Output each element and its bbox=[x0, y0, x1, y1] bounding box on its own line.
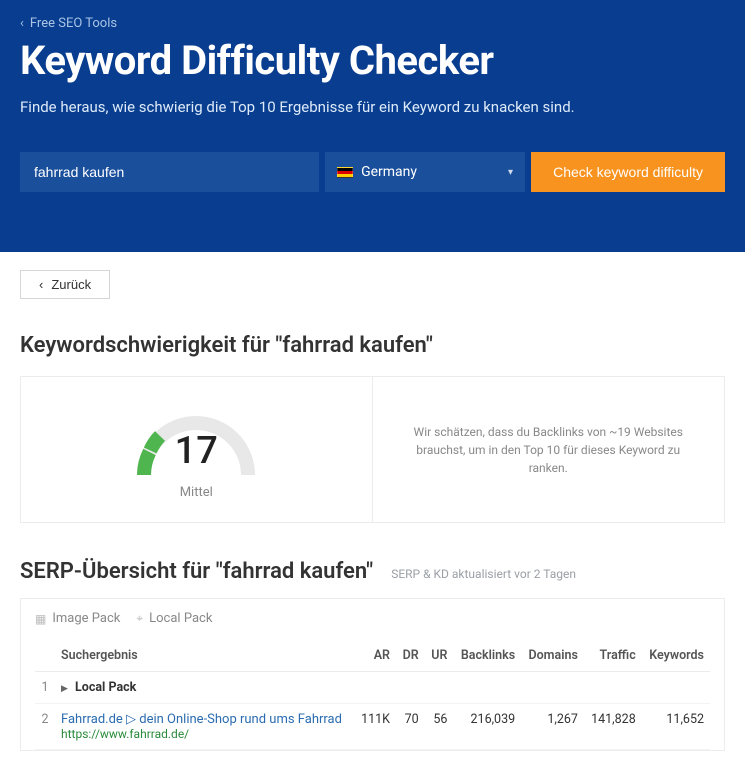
serp-updated-meta: SERP & KD aktualisiert vor 2 Tagen bbox=[391, 567, 576, 581]
kd-difficulty-label: Mittel bbox=[180, 485, 213, 500]
col-dr: DR bbox=[396, 640, 425, 672]
serp-title-row: SERP-Übersicht für "fahrrad kaufen" SERP… bbox=[20, 559, 725, 584]
cell-dr: 70 bbox=[396, 704, 425, 750]
back-button[interactable]: ‹ Zurück bbox=[20, 270, 110, 299]
serp-features-row: ▦ Image Pack ⌖ Local Pack bbox=[35, 611, 710, 626]
row-position: 2 bbox=[35, 704, 55, 750]
kd-gauge: 17 bbox=[126, 405, 266, 483]
cell-domains: 1,267 bbox=[521, 704, 584, 750]
serp-section-title: SERP-Übersicht für "fahrrad kaufen" bbox=[20, 559, 373, 584]
cell-ur: 56 bbox=[425, 704, 454, 750]
feature-label: Image Pack bbox=[52, 611, 120, 626]
chevron-down-icon: ▾ bbox=[508, 167, 513, 178]
check-difficulty-button[interactable]: Check keyword difficulty bbox=[531, 152, 725, 192]
col-traffic: Traffic bbox=[584, 640, 642, 672]
result-url[interactable]: https://www.fahrrad.de/ bbox=[61, 727, 348, 741]
image-pack-icon: ▦ bbox=[35, 612, 46, 626]
keyword-input[interactable] bbox=[20, 152, 319, 192]
serp-table: Suchergebnis AR DR UR Backlinks Domains … bbox=[35, 640, 710, 750]
page-title: Keyword Difficulty Checker bbox=[20, 37, 725, 84]
cell-ar: 111K bbox=[354, 704, 396, 750]
kd-gauge-panel: 17 Mittel bbox=[21, 377, 373, 522]
kd-estimate-panel: Wir schätzen, dass du Backlinks von ~19 … bbox=[373, 377, 725, 522]
cell-backlinks: 216,039 bbox=[453, 704, 521, 750]
chevron-left-icon: ‹ bbox=[39, 277, 43, 292]
cell-keywords: 11,652 bbox=[642, 704, 710, 750]
col-domains: Domains bbox=[521, 640, 584, 672]
col-keywords: Keywords bbox=[642, 640, 710, 672]
breadcrumb-label: Free SEO Tools bbox=[30, 16, 117, 31]
kd-estimate-text: Wir schätzen, dass du Backlinks von ~19 … bbox=[413, 423, 685, 477]
flag-de-icon bbox=[337, 167, 353, 178]
country-select[interactable]: Germany ▾ bbox=[325, 152, 525, 192]
country-label: Germany bbox=[361, 164, 417, 180]
table-row[interactable]: 1 ▶ Local Pack bbox=[35, 672, 710, 704]
kd-card: 17 Mittel Wir schätzen, dass du Backlink… bbox=[20, 376, 725, 523]
search-row: Germany ▾ Check keyword difficulty bbox=[20, 152, 725, 192]
feature-label: Local Pack bbox=[149, 611, 212, 626]
feature-local-pack: ⌖ Local Pack bbox=[136, 611, 212, 626]
col-ur: UR bbox=[425, 640, 454, 672]
kd-section-title: Keywordschwierigkeit für "fahrrad kaufen… bbox=[20, 333, 725, 358]
hero-section: ‹ Free SEO Tools Keyword Difficulty Chec… bbox=[0, 0, 745, 252]
location-pin-icon: ⌖ bbox=[136, 611, 143, 626]
row-special-label: Local Pack bbox=[75, 680, 136, 695]
row-position: 1 bbox=[35, 672, 55, 704]
expand-triangle-icon[interactable]: ▶ bbox=[61, 684, 68, 694]
breadcrumb[interactable]: ‹ Free SEO Tools bbox=[20, 16, 725, 31]
table-row[interactable]: 2 Fahrrad.de ▷ dein Online-Shop rund ums… bbox=[35, 704, 710, 750]
back-label: Zurück bbox=[51, 277, 91, 292]
col-result: Suchergebnis bbox=[55, 640, 354, 672]
col-backlinks: Backlinks bbox=[453, 640, 521, 672]
content-area: ‹ Zurück Keywordschwierigkeit für "fahrr… bbox=[0, 252, 745, 769]
col-ar: AR bbox=[354, 640, 396, 672]
page-subtitle: Finde heraus, wie schwierig die Top 10 E… bbox=[20, 98, 725, 116]
result-title[interactable]: Fahrrad.de ▷ dein Online-Shop rund ums F… bbox=[61, 712, 348, 727]
chevron-left-icon: ‹ bbox=[20, 16, 24, 31]
serp-card: ▦ Image Pack ⌖ Local Pack Suchergebnis A… bbox=[20, 598, 725, 751]
kd-score: 17 bbox=[126, 429, 266, 473]
cell-traffic: 141,828 bbox=[584, 704, 642, 750]
feature-image-pack: ▦ Image Pack bbox=[35, 611, 120, 626]
